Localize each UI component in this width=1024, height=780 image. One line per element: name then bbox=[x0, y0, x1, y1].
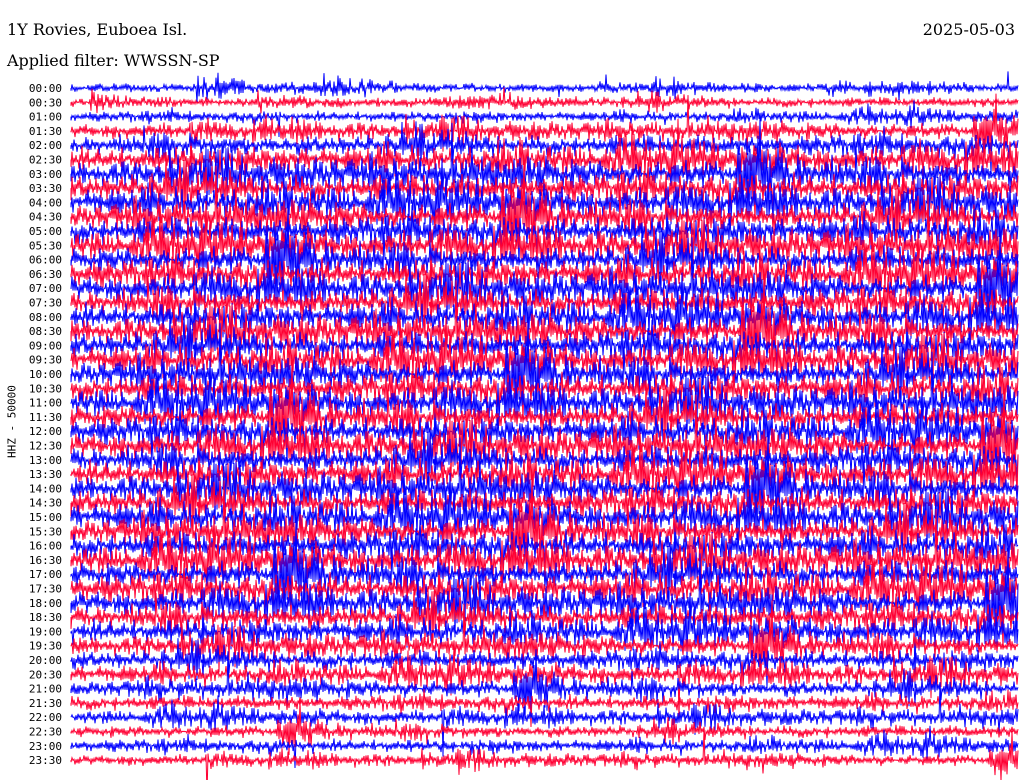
time-tick-label: 12:30 bbox=[29, 440, 62, 453]
time-tick-label: 21:30 bbox=[29, 697, 62, 710]
time-tick-label: 23:00 bbox=[29, 740, 62, 753]
time-tick-label: 19:30 bbox=[29, 640, 62, 653]
time-tick-label: 00:00 bbox=[29, 82, 62, 95]
time-tick-label: 04:00 bbox=[29, 196, 62, 209]
time-tick-label: 03:00 bbox=[29, 168, 62, 181]
time-tick-label: 02:30 bbox=[29, 154, 62, 167]
time-tick-label: 15:30 bbox=[29, 525, 62, 538]
time-tick-label: 20:30 bbox=[29, 668, 62, 681]
time-tick-label: 16:30 bbox=[29, 554, 62, 567]
time-tick-label: 04:30 bbox=[29, 211, 62, 224]
time-tick-label: 12:00 bbox=[29, 425, 62, 438]
time-tick-label: 13:30 bbox=[29, 468, 62, 481]
time-tick-label: 16:00 bbox=[29, 540, 62, 553]
time-tick-label: 20:00 bbox=[29, 654, 62, 667]
time-tick-label: 23:30 bbox=[29, 754, 62, 767]
time-tick-label: 01:00 bbox=[29, 111, 62, 124]
time-tick-label: 09:30 bbox=[29, 354, 62, 367]
time-tick-label: 09:00 bbox=[29, 339, 62, 352]
time-tick-label: 14:00 bbox=[29, 482, 62, 495]
time-tick-label: 07:30 bbox=[29, 297, 62, 310]
time-tick-label: 00:30 bbox=[29, 96, 62, 109]
time-tick-label: 10:00 bbox=[29, 368, 62, 381]
time-tick-label: 22:30 bbox=[29, 726, 62, 739]
time-tick-label: 18:30 bbox=[29, 611, 62, 624]
time-tick-label: 01:30 bbox=[29, 125, 62, 138]
time-tick-label: 13:00 bbox=[29, 454, 62, 467]
helicorder-plot: 00:0000:30 01:0001:3002:00 02:3003:0003:30… bbox=[29, 71, 1019, 780]
time-tick-label: 07:00 bbox=[29, 282, 62, 295]
time-tick-label: 11:30 bbox=[29, 411, 62, 424]
time-tick-label: 22:00 bbox=[29, 711, 62, 724]
time-tick-label: 05:00 bbox=[29, 225, 62, 238]
time-tick-label: 15:00 bbox=[29, 511, 62, 524]
time-tick-label: 17:30 bbox=[29, 583, 62, 596]
time-tick-label: 05:30 bbox=[29, 239, 62, 252]
time-tick-label: 21:00 bbox=[29, 683, 62, 696]
time-tick-label: 14:30 bbox=[29, 497, 62, 510]
time-tick-label: 19:00 bbox=[29, 625, 62, 638]
seismic-trace-row bbox=[70, 71, 1019, 104]
time-tick-label: 06:00 bbox=[29, 254, 62, 267]
time-tick-label: 03:30 bbox=[29, 182, 62, 195]
time-tick-label: 17:00 bbox=[29, 568, 62, 581]
time-tick-label: 02:00 bbox=[29, 139, 62, 152]
time-tick-label: 08:00 bbox=[29, 311, 62, 324]
time-tick-label: 08:30 bbox=[29, 325, 62, 338]
time-tick-label: 11:00 bbox=[29, 397, 62, 410]
time-tick-label: 18:00 bbox=[29, 597, 62, 610]
seismic-trace-row bbox=[70, 87, 1019, 114]
time-tick-label: 06:30 bbox=[29, 268, 62, 281]
time-tick-label: 10:30 bbox=[29, 382, 62, 395]
